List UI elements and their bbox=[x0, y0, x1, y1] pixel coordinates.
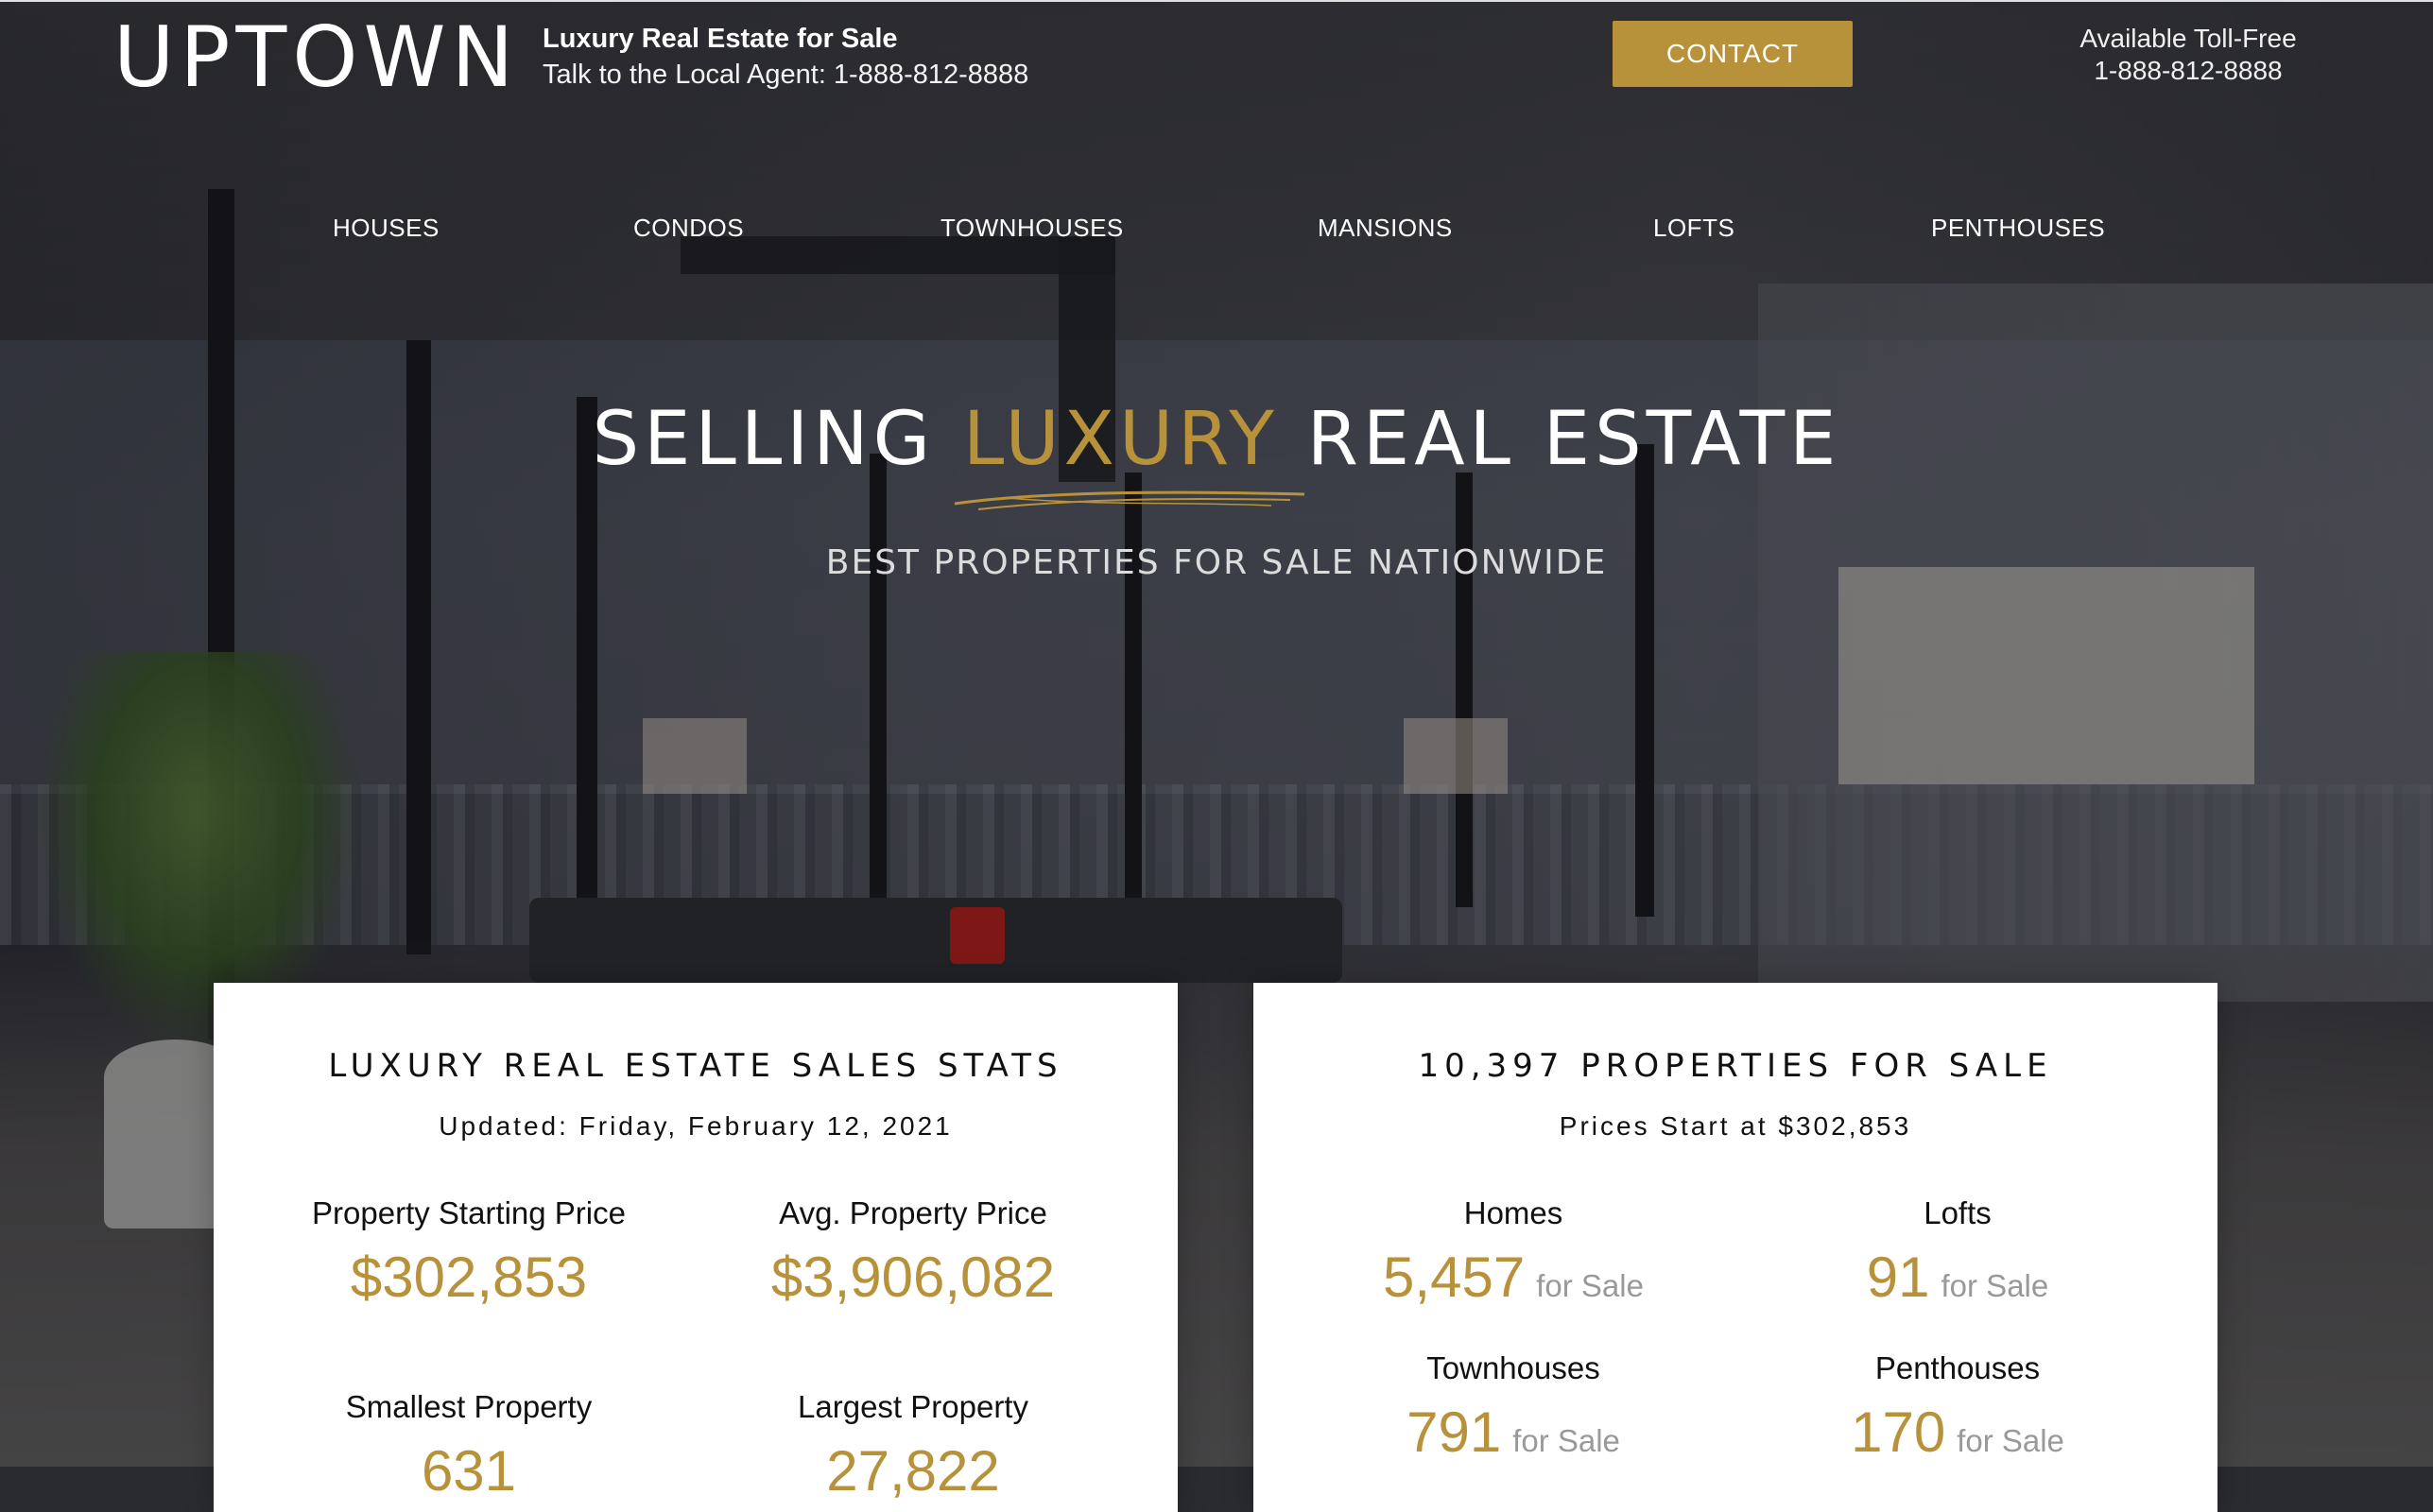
site-logo[interactable]: UPTOWN bbox=[113, 9, 519, 105]
nav-item-townhouses[interactable]: TOWNHOUSES bbox=[940, 214, 1124, 243]
headline-part-1: SELLING bbox=[592, 397, 936, 482]
property-type-penthouses[interactable]: Penthouses 170 for Sale bbox=[1740, 1348, 2175, 1479]
main-nav: HOUSES CONDOS TOWNHOUSES MANSIONS LOFTS … bbox=[0, 214, 2433, 251]
stats-card-title: LUXURY REAL ESTATE SALES STATS bbox=[328, 1047, 1063, 1085]
property-type-lofts[interactable]: Lofts 91 for Sale bbox=[1740, 1193, 2175, 1324]
property-type-label: Penthouses bbox=[1874, 1350, 2041, 1385]
stat-average-price: Avg. Property Price $3,906,082 bbox=[696, 1193, 1130, 1315]
stat-value: $302,853 bbox=[350, 1246, 588, 1309]
property-type-label: Townhouses bbox=[1426, 1350, 1600, 1385]
stat-starting-price: Property Starting Price $302,853 bbox=[251, 1193, 686, 1315]
stat-value: 631 bbox=[421, 1439, 517, 1503]
stat-label: Smallest Property bbox=[345, 1389, 593, 1424]
stat-value: 27,822 bbox=[826, 1439, 1000, 1503]
tagline-title: Luxury Real Estate for Sale bbox=[543, 24, 898, 54]
property-type-label: Lofts bbox=[1924, 1195, 1992, 1230]
property-type-count: 5,457 for Sale bbox=[1383, 1246, 1644, 1309]
stat-smallest-property: Smallest Property 631 bbox=[251, 1386, 686, 1509]
headline-gold-word: LUXURY bbox=[962, 397, 1279, 482]
toll-free-label: Available Toll-Free bbox=[2079, 24, 2297, 53]
properties-for-sale-card: 10,397 PROPERTIES FOR SALE Prices Start … bbox=[1253, 983, 2217, 1512]
nav-item-mansions[interactable]: MANSIONS bbox=[1318, 214, 1453, 243]
stat-label: Largest Property bbox=[798, 1389, 1028, 1424]
stat-label: Avg. Property Price bbox=[779, 1195, 1047, 1230]
hero-headline: SELLING LUXURY REAL ESTATE bbox=[0, 397, 2433, 482]
stat-value: $3,906,082 bbox=[770, 1246, 1056, 1309]
nav-item-condos[interactable]: CONDOS bbox=[633, 214, 744, 243]
property-type-label: Homes bbox=[1463, 1195, 1563, 1230]
nav-item-lofts[interactable]: LOFTS bbox=[1653, 214, 1734, 243]
headline-underline-swoosh bbox=[954, 490, 1305, 510]
nav-item-houses[interactable]: HOUSES bbox=[333, 214, 440, 243]
toll-free-number[interactable]: 1-888-812-8888 bbox=[2023, 55, 2354, 87]
stats-updated-date: Updated: Friday, February 12, 2021 bbox=[439, 1111, 953, 1141]
property-type-count: 91 for Sale bbox=[1866, 1246, 2049, 1309]
headline-part-2: REAL ESTATE bbox=[1306, 397, 1841, 482]
properties-card-title: 10,397 PROPERTIES FOR SALE bbox=[1418, 1047, 2053, 1085]
top-border bbox=[0, 0, 2433, 2]
properties-price-start: Prices Start at $302,853 bbox=[1559, 1111, 1912, 1141]
hero-subheadline: BEST PROPERTIES FOR SALE NATIONWIDE bbox=[825, 543, 1608, 582]
stat-label: Property Starting Price bbox=[312, 1195, 626, 1230]
property-type-homes[interactable]: Homes 5,457 for Sale bbox=[1296, 1193, 1731, 1324]
tagline-agent-phone: Talk to the Local Agent: 1-888-812-8888 bbox=[543, 60, 1029, 90]
toll-free-block: Available Toll-Free 1-888-812-8888 bbox=[2023, 23, 2354, 87]
sales-stats-card: LUXURY REAL ESTATE SALES STATS Updated: … bbox=[214, 983, 1178, 1512]
contact-button[interactable]: CONTACT bbox=[1613, 21, 1853, 87]
stat-largest-property: Largest Property 27,822 bbox=[696, 1386, 1130, 1509]
nav-item-penthouses[interactable]: PENTHOUSES bbox=[1931, 214, 2105, 243]
property-type-townhouses[interactable]: Townhouses 791 for Sale bbox=[1296, 1348, 1731, 1479]
header-tagline: Luxury Real Estate for Sale Talk to the … bbox=[543, 21, 1028, 93]
